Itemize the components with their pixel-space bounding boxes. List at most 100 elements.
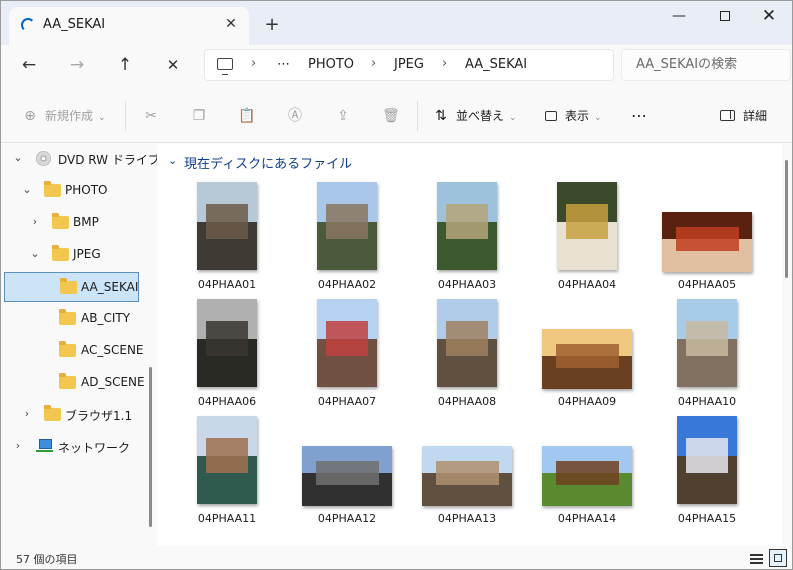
tab-close-button[interactable]: ✕ (221, 14, 241, 34)
file-name-label[interactable]: 04PHAA02 (287, 278, 407, 291)
delete-button[interactable]: 🗑 (382, 107, 406, 127)
new-tab-button[interactable]: + (261, 14, 283, 36)
expand-chevron-icon[interactable]: ⌄ (12, 151, 24, 164)
file-thumbnail[interactable] (197, 299, 257, 387)
new-button-label: 新規作成 (45, 109, 94, 123)
breadcrumb-aa-sekai[interactable]: AA_SEKAI (465, 57, 527, 72)
cut-button[interactable]: ✂ (142, 107, 166, 127)
search-box[interactable] (621, 49, 791, 81)
minimize-button[interactable]: — (659, 5, 699, 29)
folder-icon (44, 405, 61, 421)
sidebar-item-bmp[interactable]: › BMP (1, 208, 155, 238)
sidebar-item-ab-city[interactable]: AB_CITY (1, 304, 155, 334)
sidebar-item-dvd-drive[interactable]: ⌄ DVD RW ドライブ (1, 144, 160, 174)
file-name-label[interactable]: 04PHAA08 (407, 395, 527, 408)
sidebar-scrollbar[interactable] (149, 367, 152, 527)
file-thumbnail[interactable] (662, 212, 752, 272)
expand-chevron-icon[interactable]: ⌄ (21, 183, 33, 196)
file-thumbnail[interactable] (677, 299, 737, 387)
sidebar-item-label: ブラウザ1.1 (65, 409, 133, 423)
details-pane-button[interactable]: 詳細 (720, 107, 767, 127)
loading-spinner-icon (21, 18, 35, 32)
title-bar: AA_SEKAI ✕ + — ✕ (1, 1, 792, 45)
file-thumbnail[interactable] (557, 182, 617, 270)
sidebar-item-jpeg[interactable]: ⌄ JPEG (1, 240, 155, 270)
file-thumbnail[interactable] (317, 299, 377, 387)
sort-button[interactable]: ⇅ 並べ替え ⌄ (432, 107, 516, 127)
file-thumbnail[interactable] (677, 416, 737, 504)
breadcrumb-jpeg[interactable]: JPEG (394, 57, 424, 72)
dvd-drive-icon (36, 151, 51, 166)
folder-icon (44, 181, 61, 197)
plus-circle-icon: ⊕ (24, 108, 36, 124)
breadcrumb-ellipsis[interactable]: ⋯ (277, 57, 290, 72)
share-button[interactable]: ⇪ (334, 107, 358, 127)
close-window-button[interactable]: ✕ (749, 5, 789, 29)
item-count: 57 個の項目 (16, 553, 78, 566)
group-header[interactable]: 現在ディスクにあるファイル (184, 153, 352, 172)
address-bar[interactable]: › ⋯ PHOTO › JPEG › AA_SEKAI (204, 49, 614, 81)
scrollbar-thumb[interactable] (785, 160, 788, 278)
file-thumbnail[interactable] (542, 329, 632, 389)
file-name-label[interactable]: 04PHAA07 (287, 395, 407, 408)
file-thumbnail[interactable] (317, 182, 377, 270)
expand-chevron-icon[interactable]: ⌄ (29, 247, 41, 260)
forward-button[interactable]: → (63, 53, 91, 77)
stop-loading-button[interactable]: ✕ (159, 53, 187, 77)
more-options-button[interactable]: ⋯ (631, 107, 648, 127)
file-name-label[interactable]: 04PHAA04 (527, 278, 647, 291)
file-thumbnail[interactable] (197, 416, 257, 504)
view-button-label: 表示 (565, 109, 590, 123)
search-input[interactable] (636, 57, 786, 72)
back-button[interactable]: ← (15, 53, 43, 77)
collapse-chevron-icon[interactable]: › (12, 439, 24, 452)
sidebar-item-label: AC_SCENE (81, 343, 144, 357)
file-thumbnail[interactable] (437, 299, 497, 387)
sidebar-item-photo[interactable]: ⌄ PHOTO (1, 176, 155, 206)
file-name-label[interactable]: 04PHAA14 (527, 512, 647, 525)
view-button[interactable]: 表示 ⌄ (545, 107, 602, 127)
paste-button[interactable]: 📋 (238, 107, 262, 127)
navigation-bar: ← → ↑ ✕ › ⋯ PHOTO › JPEG › AA_SEKAI (1, 45, 792, 89)
file-name-label[interactable]: 04PHAA01 (167, 278, 287, 291)
collapse-chevron-icon[interactable]: › (29, 215, 41, 228)
file-thumbnail[interactable] (197, 182, 257, 270)
file-list-scrollbar[interactable] (782, 144, 792, 546)
file-thumbnail[interactable] (422, 446, 512, 506)
file-name-label[interactable]: 04PHAA09 (527, 395, 647, 408)
sidebar-item-browser[interactable]: › ブラウザ1.1 (1, 400, 155, 430)
large-icons-view-button[interactable] (769, 549, 787, 567)
separator (417, 101, 418, 131)
folder-icon (59, 309, 76, 325)
file-thumbnail[interactable] (302, 446, 392, 506)
copy-icon: ❐ (192, 108, 206, 124)
file-name-label[interactable]: 04PHAA06 (167, 395, 287, 408)
maximize-button[interactable] (705, 5, 745, 29)
file-name-label[interactable]: 04PHAA13 (407, 512, 527, 525)
folder-icon (52, 213, 69, 229)
sidebar-item-ac-scene[interactable]: AC_SCENE (1, 336, 155, 366)
file-name-label[interactable]: 04PHAA10 (647, 395, 767, 408)
file-name-label[interactable]: 04PHAA11 (167, 512, 287, 525)
file-name-label[interactable]: 04PHAA15 (647, 512, 767, 525)
details-view-button[interactable] (748, 549, 766, 567)
rename-button[interactable]: Ⓐ (286, 107, 310, 127)
file-thumbnail[interactable] (542, 446, 632, 506)
collapse-chevron-icon[interactable]: › (21, 407, 33, 420)
tab-aa-sekai[interactable]: AA_SEKAI ✕ (9, 7, 249, 45)
sidebar-item-ad-scene[interactable]: AD_SCENE (1, 368, 155, 398)
network-icon (36, 439, 53, 453)
sidebar-item-network[interactable]: › ネットワーク (1, 432, 155, 462)
sidebar-item-aa-sekai[interactable]: AA_SEKAI (4, 272, 139, 302)
breadcrumb-photo[interactable]: PHOTO (308, 57, 354, 72)
copy-button[interactable]: ❐ (190, 107, 214, 127)
group-collapse-chevron-icon[interactable]: ⌄ (168, 154, 177, 167)
new-button[interactable]: ⊕ 新規作成 ⌄ (21, 107, 105, 127)
file-name-label[interactable]: 04PHAA05 (647, 278, 767, 291)
up-button[interactable]: ↑ (111, 53, 139, 77)
breadcrumb-separator: › (442, 56, 448, 71)
file-name-label[interactable]: 04PHAA12 (287, 512, 407, 525)
file-thumbnail[interactable] (437, 182, 497, 270)
file-name-label[interactable]: 04PHAA03 (407, 278, 527, 291)
sidebar-item-label: AA_SEKAI (81, 280, 139, 294)
